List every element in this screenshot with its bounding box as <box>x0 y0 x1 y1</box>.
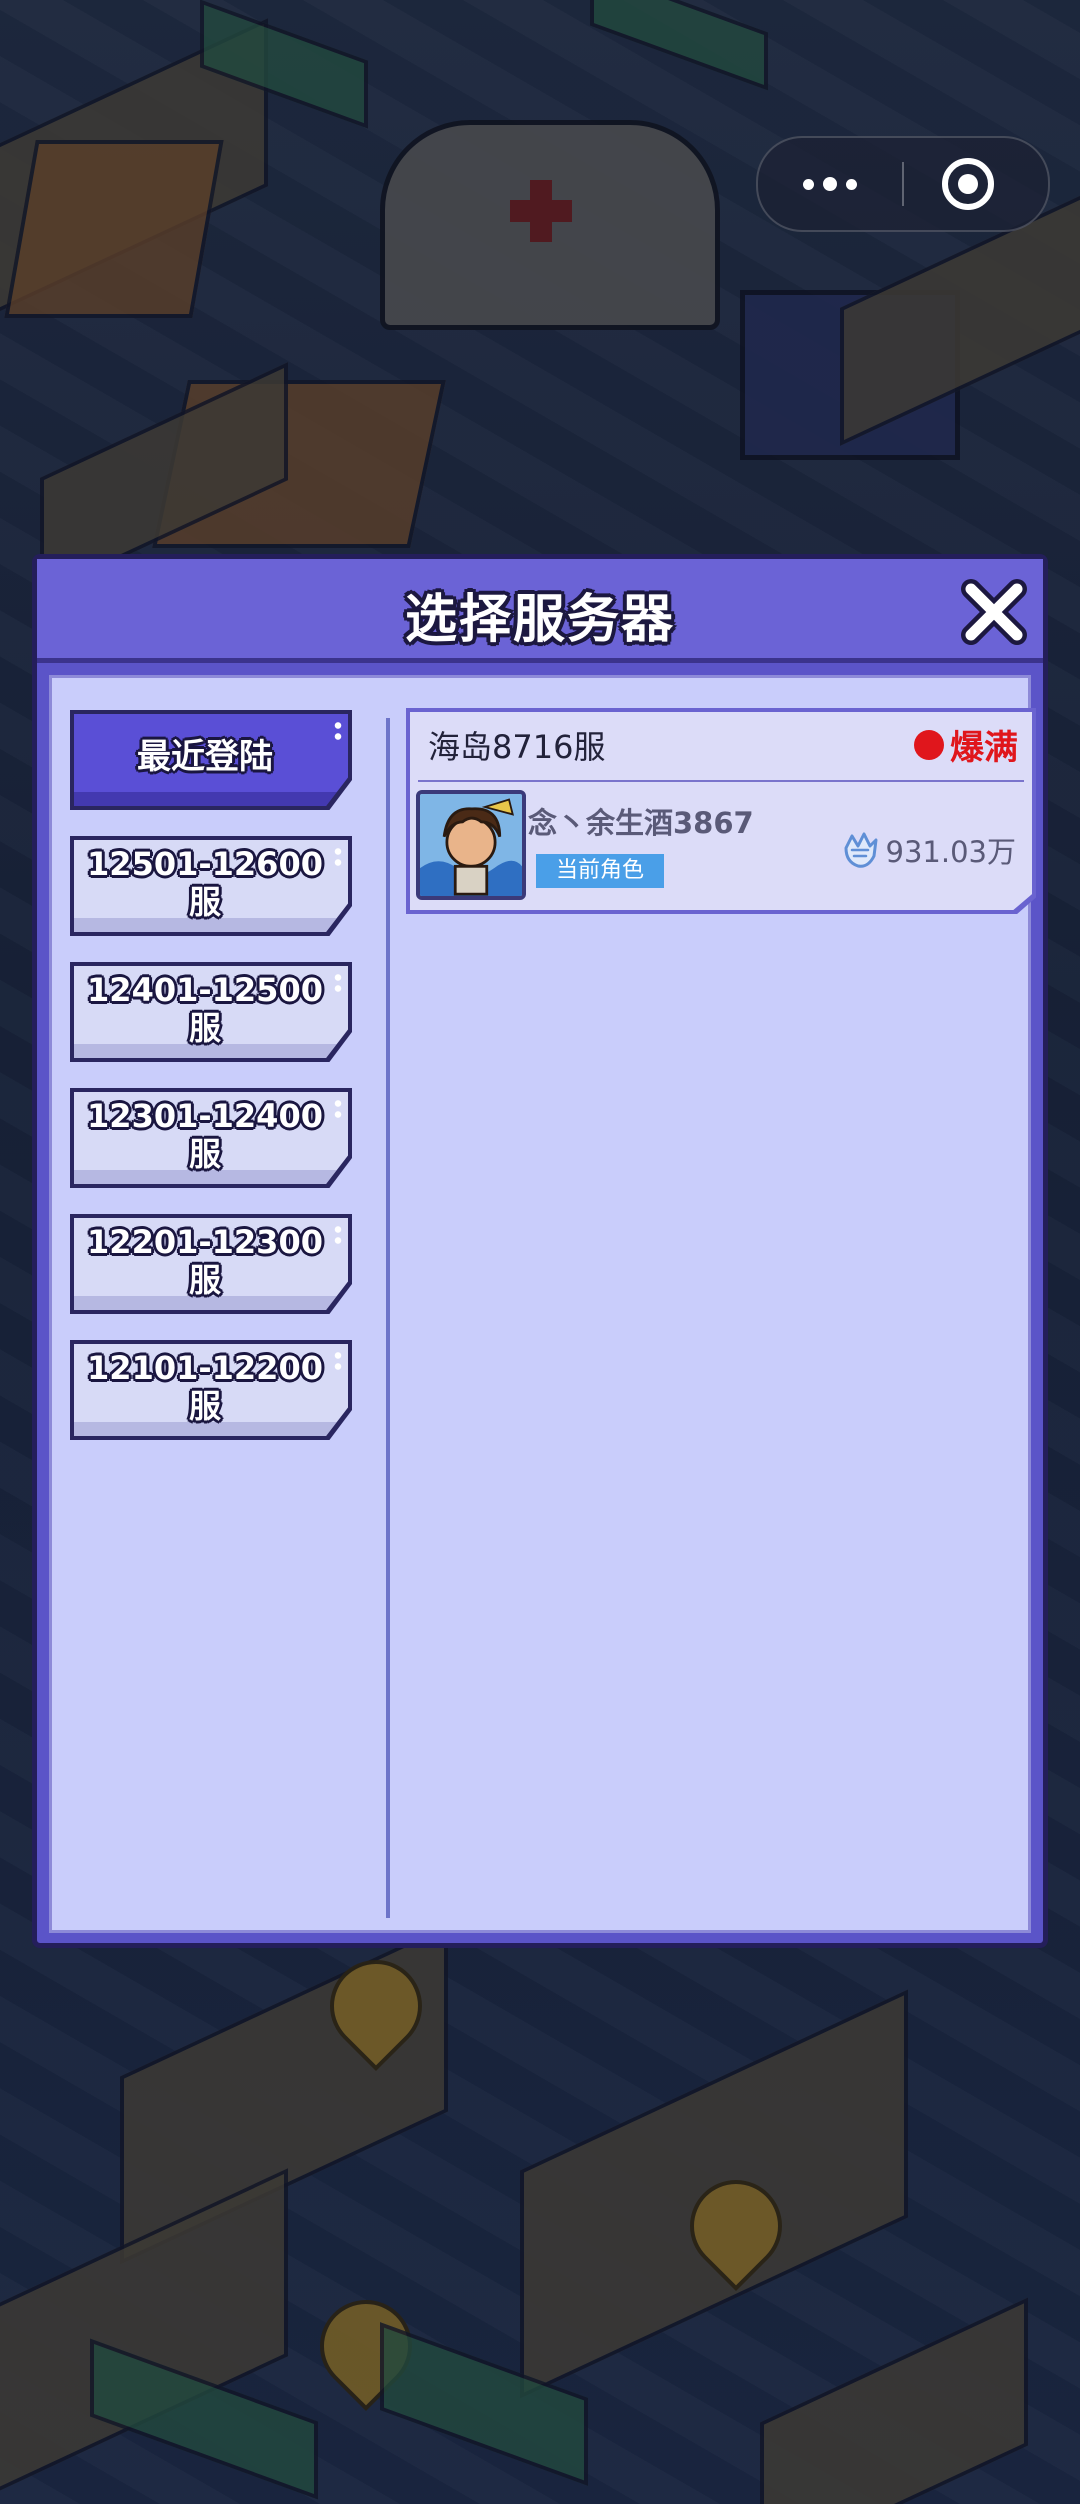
close-button[interactable] <box>957 575 1031 649</box>
dialog-body: 最近登陆 12501-12600 服 12401-12500 服 12301-124… <box>49 675 1036 1933</box>
category-12201-12300[interactable]: 12201-12300 服 <box>70 1214 352 1314</box>
fist-power-icon <box>838 828 882 872</box>
server-category-list: 最近登陆 12501-12600 服 12401-12500 服 12301-124… <box>70 710 352 1466</box>
role-name: 念丶余生酒3867 <box>528 806 754 840</box>
server-name: 海岛8716服 <box>428 728 606 766</box>
power-value: 931.03万 <box>885 835 1016 869</box>
category-12501-12600[interactable]: 12501-12600 服 <box>70 836 352 936</box>
category-label: 12401-12500 服 <box>87 971 323 1047</box>
card-divider <box>418 780 1024 782</box>
server-select-dialog: 选择服务器 最近登陆 12501-12600 服 12401-12500 服 1… <box>32 554 1048 1948</box>
category-recent-login[interactable]: 最近登陆 <box>70 710 352 810</box>
close-x-icon <box>961 579 1027 645</box>
server-card[interactable]: 海岛8716服 爆满 念丶余生酒3867 当前角色 931.03万 <box>406 708 1036 914</box>
category-label: 12201-12300 服 <box>87 1223 323 1299</box>
category-label: 最近登陆 <box>137 737 273 777</box>
current-role-tag: 当前角色 <box>536 854 664 888</box>
capsule-divider <box>902 162 904 206</box>
combat-power: 931.03万 <box>838 828 1016 872</box>
dialog-title: 选择服务器 <box>404 590 675 650</box>
more-dots-icon[interactable] <box>758 138 902 230</box>
category-label: 12501-12600 服 <box>87 845 323 921</box>
mini-program-capsule <box>756 136 1050 232</box>
column-divider <box>386 718 390 1918</box>
status-dot-icon <box>914 729 944 760</box>
category-label: 12101-12200 服 <box>87 1349 323 1425</box>
category-12401-12500[interactable]: 12401-12500 服 <box>70 962 352 1062</box>
mini-program-close-icon[interactable] <box>938 154 998 214</box>
server-status: 爆满 <box>914 720 1018 769</box>
status-label: 爆满 <box>950 728 1018 768</box>
category-12301-12400[interactable]: 12301-12400 服 <box>70 1088 352 1188</box>
dialog-header: 选择服务器 <box>37 559 1043 663</box>
character-avatar <box>416 790 526 900</box>
category-label: 12301-12400 服 <box>87 1097 323 1173</box>
category-12101-12200[interactable]: 12101-12200 服 <box>70 1340 352 1440</box>
